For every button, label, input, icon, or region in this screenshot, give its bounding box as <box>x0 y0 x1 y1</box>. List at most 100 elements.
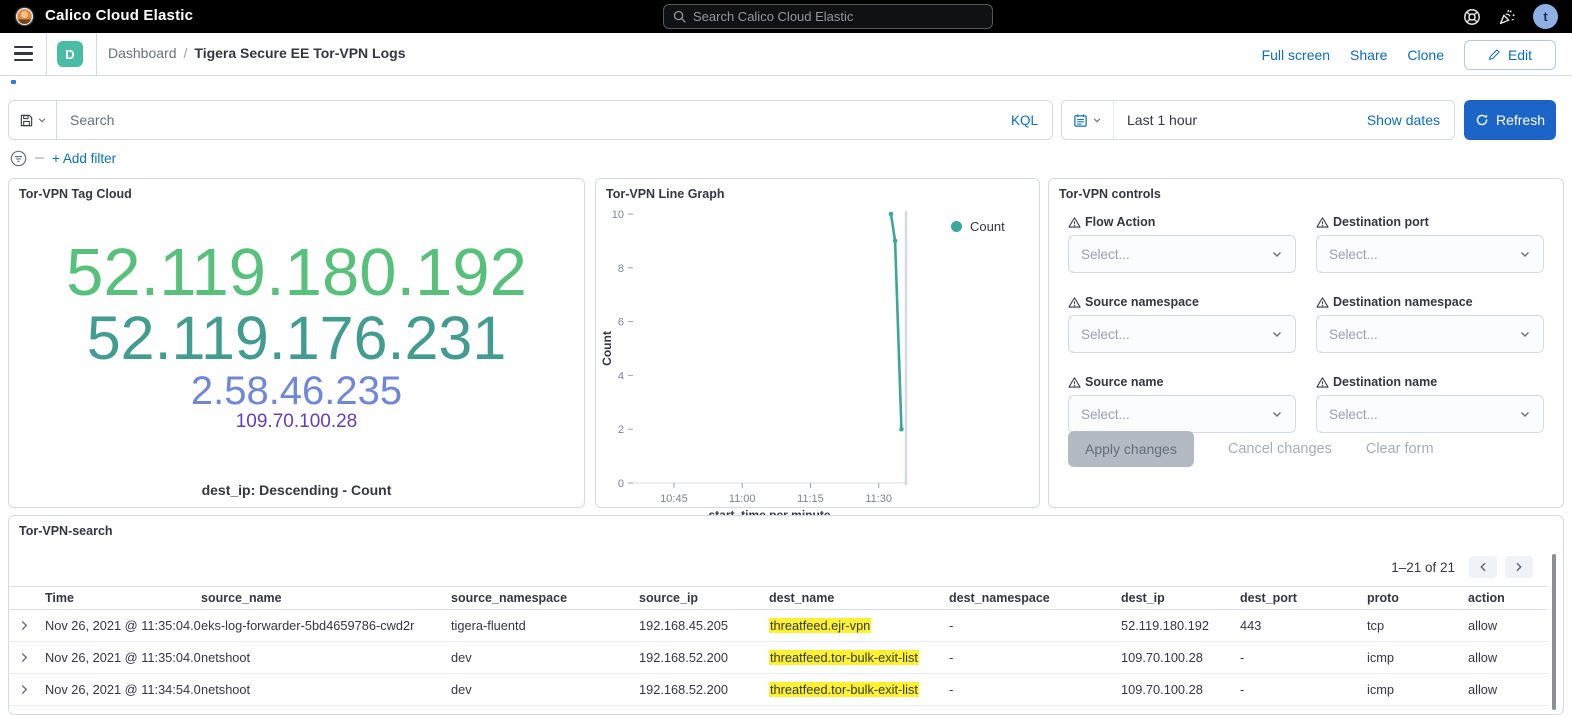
filter-icon[interactable] <box>10 150 27 167</box>
cell-action: allow <box>1468 618 1547 633</box>
control-select-destination-namespace[interactable]: Select... <box>1316 315 1544 353</box>
cell-source-namespace: tigera-fluentd <box>451 618 639 633</box>
control-label: Destination port <box>1316 215 1544 229</box>
table-scrollbar[interactable] <box>1552 554 1556 710</box>
saved-query-menu-button[interactable] <box>9 101 57 139</box>
kql-search-input[interactable]: Search KQL <box>8 100 1053 140</box>
divider <box>35 157 44 159</box>
edit-button[interactable]: Edit <box>1464 40 1556 70</box>
tag-109-70-100-28[interactable]: 109.70.100.28 <box>236 412 358 432</box>
chevron-down-icon <box>1519 248 1531 260</box>
help-icon[interactable] <box>1463 8 1481 26</box>
column-header-proto[interactable]: proto <box>1367 591 1468 605</box>
results-table: Timesource_namesource_namespacesource_ip… <box>9 586 1547 706</box>
column-header-dest-namespace[interactable]: dest_namespace <box>949 591 1121 605</box>
warning-icon <box>1316 376 1329 389</box>
cell-dest-namespace: - <box>949 650 1121 665</box>
cancel-changes-button[interactable]: Cancel changes <box>1228 441 1332 457</box>
svg-text:10: 10 <box>612 209 624 221</box>
user-avatar[interactable]: t <box>1533 4 1558 29</box>
column-header-dest-name[interactable]: dest_name <box>769 591 949 605</box>
full-screen-button[interactable]: Full screen <box>1262 47 1330 63</box>
table-row[interactable]: Nov 26, 2021 @ 11:35:04.000 eks-log-forw… <box>9 610 1547 642</box>
warning-icon <box>1068 376 1081 389</box>
table-header-row: Timesource_namesource_namespacesource_ip… <box>9 586 1547 610</box>
chevron-down-icon <box>37 115 47 125</box>
control-select-source-name[interactable]: Select... <box>1068 395 1296 433</box>
show-dates-button[interactable]: Show dates <box>1367 112 1454 128</box>
table-row[interactable]: Nov 26, 2021 @ 11:34:54.000 netshoot dev… <box>9 674 1547 706</box>
expand-row-button[interactable] <box>19 620 45 631</box>
expand-row-button[interactable] <box>19 652 45 663</box>
tag-cloud: 52.119.180.19252.119.176.2312.58.46.2351… <box>19 207 574 463</box>
date-quick-select-button[interactable] <box>1062 101 1114 139</box>
apply-changes-button[interactable]: Apply changes <box>1068 431 1194 467</box>
kql-language-button[interactable]: KQL <box>1011 113 1052 128</box>
column-header-source-ip[interactable]: source_ip <box>639 591 769 605</box>
chart-legend[interactable]: Count <box>951 219 1005 234</box>
scroll-indicator <box>11 80 16 84</box>
column-header-dest-port[interactable]: dest_port <box>1240 591 1367 605</box>
cell-dest-namespace: - <box>949 618 1121 633</box>
table-row[interactable]: Nov 26, 2021 @ 11:35:04.000 netshoot dev… <box>9 642 1547 674</box>
cell-source-name: eks-log-forwarder-5bd4659786-cwd2r <box>201 618 451 633</box>
query-bar: Search KQL Last 1 hour Show dates Refres… <box>8 100 1556 140</box>
control-select-destination-name[interactable]: Select... <box>1316 395 1544 433</box>
tag-52-119-180-192[interactable]: 52.119.180.192 <box>66 238 527 308</box>
tag-cloud-panel: Tor-VPN Tag Cloud 52.119.180.19252.119.1… <box>8 178 585 508</box>
chevron-left-icon <box>1478 562 1488 572</box>
top-app-bar: Calico Cloud Elastic Search Calico Cloud… <box>0 0 1572 33</box>
pagination-prev-button[interactable] <box>1469 556 1497 578</box>
global-search-input[interactable]: Search Calico Cloud Elastic <box>663 4 993 29</box>
column-header-time[interactable]: Time <box>45 591 201 605</box>
hamburger-menu-icon[interactable] <box>14 46 33 61</box>
control-field-source-name: Source name Select... <box>1068 375 1296 433</box>
control-select-flow-action[interactable]: Select... <box>1068 235 1296 273</box>
tag-52-119-176-231[interactable]: 52.119.176.231 <box>87 307 507 370</box>
cell-proto: icmp <box>1367 682 1468 697</box>
cell-dest-ip: 109.70.100.28 <box>1121 650 1240 665</box>
column-header-source-name[interactable]: source_name <box>201 591 451 605</box>
warning-icon <box>1068 216 1081 229</box>
control-select-destination-port[interactable]: Select... <box>1316 235 1544 273</box>
controls-panel: Tor-VPN controls Flow Action Select... D… <box>1048 178 1564 508</box>
chevron-down-icon <box>1519 408 1531 420</box>
global-search-placeholder: Search Calico Cloud Elastic <box>693 9 853 24</box>
cell-time: Nov 26, 2021 @ 11:35:04.000 <box>45 650 201 665</box>
control-label: Source name <box>1068 375 1296 389</box>
breadcrumb-dashboard-link[interactable]: Dashboard <box>108 45 177 61</box>
cell-time: Nov 26, 2021 @ 11:35:04.000 <box>45 618 201 633</box>
clear-form-button[interactable]: Clear form <box>1366 441 1434 457</box>
add-filter-button[interactable]: + Add filter <box>52 151 116 166</box>
panel-title[interactable]: Tor-VPN Tag Cloud <box>19 187 132 201</box>
svg-text:11:00: 11:00 <box>729 493 756 505</box>
control-select-source-namespace[interactable]: Select... <box>1068 315 1296 353</box>
time-range-value[interactable]: Last 1 hour <box>1114 112 1367 128</box>
cell-source-ip: 192.168.45.205 <box>639 618 769 633</box>
cell-source-namespace: dev <box>451 682 639 697</box>
expand-row-button[interactable] <box>19 684 45 695</box>
column-header-action[interactable]: action <box>1468 591 1547 605</box>
dashboard-nav-bar: D Dashboard / Tigera Secure EE Tor-VPN L… <box>0 33 1572 76</box>
expand-row-icon <box>19 652 30 663</box>
control-field-destination-name: Destination name Select... <box>1316 375 1544 433</box>
column-header-source-namespace[interactable]: source_namespace <box>451 591 639 605</box>
clone-button[interactable]: Clone <box>1407 47 1444 63</box>
svg-text:8: 8 <box>618 263 624 275</box>
calico-cloud-logo-icon[interactable] <box>14 6 35 27</box>
panel-title[interactable]: Tor-VPN-search <box>19 524 113 538</box>
line-chart[interactable]: 024681010:4511:0011:1511:30Countstart_ti… <box>602 205 1039 521</box>
expand-row-icon <box>19 684 30 695</box>
pagination-next-button[interactable] <box>1505 556 1533 578</box>
column-header-dest-ip[interactable]: dest_ip <box>1121 591 1240 605</box>
date-picker[interactable]: Last 1 hour Show dates <box>1061 100 1455 140</box>
panel-title[interactable]: Tor-VPN Line Graph <box>606 187 725 201</box>
party-popper-news-icon[interactable] <box>1498 8 1516 26</box>
space-badge[interactable]: D <box>57 41 83 67</box>
cell-dest-name: threatfeed.tor-bulk-exit-list <box>769 650 949 665</box>
refresh-button[interactable]: Refresh <box>1464 100 1556 140</box>
tag-2-58-46-235[interactable]: 2.58.46.235 <box>191 371 402 413</box>
panel-title[interactable]: Tor-VPN controls <box>1059 187 1161 201</box>
share-button[interactable]: Share <box>1350 47 1387 63</box>
pagination-range: 1–21 of 21 <box>1391 560 1455 575</box>
